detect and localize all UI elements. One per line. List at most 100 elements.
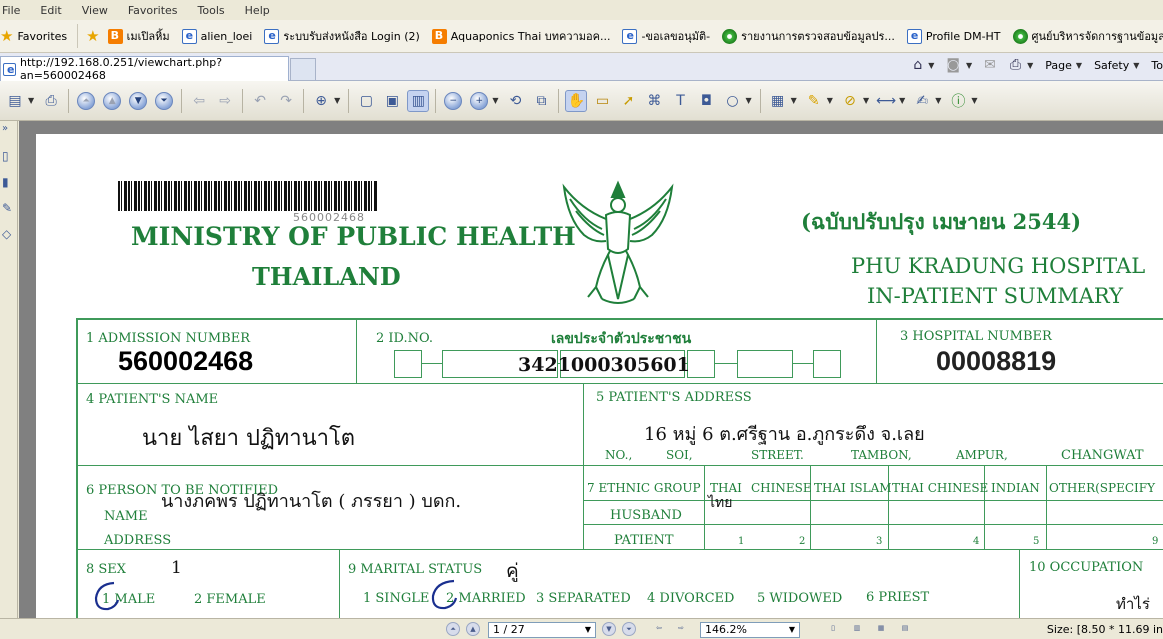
ethnic-indian: INDIAN — [991, 481, 1040, 495]
form-divider — [76, 549, 1163, 550]
form-divider — [984, 465, 985, 550]
menu-view[interactable]: View — [82, 4, 108, 17]
revision-note: (ฉบับปรับปรุง เมษายน 2544) — [801, 209, 1082, 234]
favorite-item[interactable]: alien_loei — [181, 28, 252, 44]
notify-person: นางภคพร ปฏิทานาโต ( ภรรยา ) บดก. — [161, 491, 462, 512]
rotate-icon[interactable]: ⟲ — [504, 90, 526, 112]
actual-size-icon[interactable]: ▢ — [355, 90, 377, 112]
select-text-icon[interactable]: ▭ — [591, 90, 613, 112]
zoom-level-field[interactable]: 146.2% ▼ — [700, 622, 800, 638]
continuous-facing-layout-icon[interactable]: ▤ — [898, 622, 912, 636]
previous-page-icon[interactable]: ▲ — [103, 91, 122, 110]
chevron-down-icon: ▼ — [966, 60, 973, 70]
chevron-down-icon: ▼ — [928, 60, 935, 70]
favorite-item[interactable]: -ขอเลขอนุมัติ- — [622, 27, 710, 45]
pages-panel-icon[interactable]: ▯ — [2, 149, 16, 167]
redo-icon[interactable]: ↷ — [275, 90, 297, 112]
last-page-small-icon[interactable]: ⏷ — [622, 622, 636, 636]
chevron-down-icon: ▼ — [899, 96, 906, 105]
forward-view-small-icon[interactable]: ⇨ — [674, 622, 688, 636]
menu-help[interactable]: Help — [245, 4, 270, 17]
ie-page-icon — [181, 28, 197, 44]
home-button[interactable]: ⌂ ▼ — [913, 57, 934, 73]
page-size-text: Size: [8.50 * 11.69 in — [1046, 623, 1163, 636]
select-arrow-icon[interactable]: ➚ — [617, 90, 639, 112]
text-tool-icon[interactable]: T — [669, 90, 691, 112]
patient-address: 16 หมู่ 6 ต.ศรีฐาน อ.ภูกระดึง จ.เลย — [644, 424, 925, 445]
patient-label: PATIENT — [614, 533, 674, 548]
facing-layout-icon[interactable]: ▦ — [874, 622, 888, 636]
expand-pane-icon[interactable]: » — [2, 123, 16, 141]
menu-file[interactable]: File — [2, 4, 20, 17]
snapshot-icon[interactable]: ◘ — [695, 90, 717, 112]
add-favorite-icon[interactable]: ★ — [86, 27, 99, 45]
favorite-item[interactable]: รายงานการตรวจสอบข้อมูลปร... — [722, 27, 895, 45]
feeds-button[interactable]: ◙ ▼ — [946, 57, 972, 73]
help-info-icon[interactable]: ⓘ — [947, 90, 969, 112]
bookmarks-panel-icon[interactable]: ▮ — [2, 175, 16, 193]
chevron-down-icon: ▼ — [584, 625, 591, 634]
favorites-button[interactable]: ★ Favorites — [0, 24, 79, 48]
barcode — [118, 181, 378, 211]
country-title: THAILAND — [252, 262, 401, 291]
fit-page-icon[interactable]: ▣ — [381, 90, 403, 112]
zoom-in-icon[interactable]: + — [470, 91, 489, 110]
menu-tools[interactable]: Tools — [198, 4, 225, 17]
page-layout-icon[interactable]: ⧉ — [530, 90, 552, 112]
menu-favorites[interactable]: Favorites — [128, 4, 178, 17]
print-icon[interactable]: ⎙ — [40, 90, 62, 112]
chevron-down-icon: ▼ — [492, 96, 499, 105]
favorite-item[interactable]: ศูนย์บริหารจัดการฐานข้อมูลส... — [1012, 27, 1163, 45]
safety-menu[interactable]: Safety ▼ — [1094, 59, 1139, 72]
favorite-item[interactable]: Profile DM-HT — [906, 28, 1001, 44]
document-viewport[interactable]: 560002468 MINISTRY OF PUBLIC HEALTH THAI… — [19, 121, 1163, 618]
toolbar-divider — [242, 88, 244, 113]
print-button[interactable]: ⎙ ▼ — [1010, 57, 1033, 73]
shape-tool-icon[interactable]: ○ — [721, 90, 743, 112]
single-page-layout-icon[interactable]: ▯ — [826, 622, 840, 636]
chevron-down-icon: ▼ — [1027, 60, 1034, 70]
first-page-icon[interactable]: ⏶ — [77, 91, 96, 110]
ie-page-icon — [906, 28, 922, 44]
layers-panel-icon[interactable]: ◇ — [2, 227, 16, 245]
browser-tab[interactable]: http://192.168.0.251/viewchart.php?an=56… — [0, 56, 289, 82]
save-icon[interactable]: ▤ — [4, 90, 26, 112]
previous-view-icon[interactable]: ⇦ — [188, 90, 210, 112]
tab-page-icon — [3, 62, 16, 76]
favorites-star-icon: ★ — [0, 27, 14, 45]
sign-tool-icon[interactable]: ✍ — [911, 90, 933, 112]
new-tab-button[interactable] — [290, 58, 316, 80]
menu-edit[interactable]: Edit — [40, 4, 61, 17]
measure-tool-icon[interactable]: ⟷ — [875, 90, 897, 112]
zoom-out-icon[interactable]: − — [444, 91, 463, 110]
tab-url: http://192.168.0.251/viewchart.php?an=56… — [20, 56, 223, 82]
zoom-in-tool-icon[interactable]: ⊕ — [310, 90, 332, 112]
admission-number: 560002468 — [118, 346, 254, 376]
next-page-small-icon[interactable]: ▼ — [602, 622, 616, 636]
mail-button[interactable]: ✉ — [984, 57, 998, 73]
first-page-small-icon[interactable]: ⏶ — [446, 622, 460, 636]
page-menu[interactable]: Page ▼ — [1045, 59, 1082, 72]
search-binoculars-icon[interactable]: ⌘ — [643, 90, 665, 112]
next-page-icon[interactable]: ▼ — [129, 91, 148, 110]
prev-page-small-icon[interactable]: ▲ — [466, 622, 480, 636]
back-view-small-icon[interactable]: ⇦ — [652, 622, 666, 636]
attachment-icon[interactable]: ⊘ — [839, 90, 861, 112]
ethnic-num: 2 — [799, 536, 806, 547]
blogger-icon — [431, 28, 447, 44]
next-view-icon[interactable]: ⇨ — [214, 90, 236, 112]
page-number-field[interactable]: 1 / 27 ▼ — [488, 622, 596, 638]
favorite-item[interactable]: เมเปิลหิ้ม — [107, 27, 170, 45]
note-tool-icon[interactable]: ▦ — [767, 90, 789, 112]
signatures-panel-icon[interactable]: ✎ — [2, 201, 16, 219]
favorite-item[interactable]: Aquaponics Thai บทความอค... — [431, 27, 610, 45]
fit-width-icon[interactable]: ▥ — [407, 89, 430, 112]
favorite-item[interactable]: ระบบรับส่งหนังสือ Login (2) — [264, 27, 420, 45]
undo-icon[interactable]: ↶ — [249, 90, 271, 112]
tools-menu[interactable]: To — [1151, 59, 1163, 72]
hand-tool-icon[interactable]: ✋ — [565, 89, 588, 112]
continuous-layout-icon[interactable]: ▥ — [850, 622, 864, 636]
form-divider — [704, 465, 705, 550]
last-page-icon[interactable]: ⏷ — [155, 91, 174, 110]
highlight-tool-icon[interactable]: ✎ — [803, 90, 825, 112]
